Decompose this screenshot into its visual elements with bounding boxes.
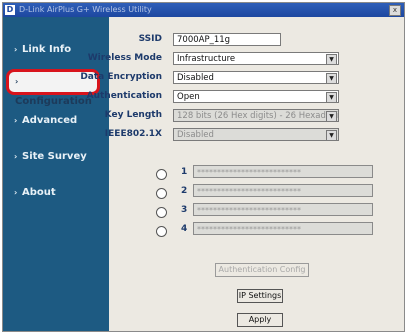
sidebar-item-site-survey[interactable]: › Site Survey — [8, 146, 100, 168]
dropdown-arrow-icon: ▼ — [326, 73, 337, 83]
key-3-radio[interactable] — [156, 207, 167, 218]
dropdown-arrow-icon: ▼ — [326, 130, 337, 140]
key-1-field[interactable]: ************************** — [193, 165, 373, 178]
chevron-right-icon: › — [14, 152, 18, 161]
data-encryption-value: Disabled — [177, 73, 214, 83]
key-2-field[interactable]: ************************** — [193, 184, 373, 197]
key-2-number: 2 — [181, 186, 188, 196]
title-bar: D D-Link AirPlus G+ Wireless Utility x — [3, 3, 404, 17]
data-encryption-select[interactable]: Disabled ▼ — [173, 71, 339, 84]
ieee8021x-select[interactable]: Disabled ▼ — [173, 128, 339, 141]
key-length-select[interactable]: 128 bits (26 Hex digits) - 26 Hexadecima… — [173, 109, 339, 122]
key-1-number: 1 — [181, 167, 188, 177]
key-3-number: 3 — [181, 205, 188, 215]
wireless-mode-value: Infrastructure — [177, 54, 236, 64]
authentication-label: Authentication — [86, 91, 162, 101]
ieee8021x-value: Disabled — [177, 130, 214, 140]
chevron-right-icon: › — [14, 45, 18, 54]
ip-settings-button[interactable]: IP Settings — [237, 289, 283, 303]
authentication-value: Open — [177, 92, 200, 102]
ssid-field[interactable]: 7000AP_11g — [173, 33, 281, 46]
authentication-select[interactable]: Open ▼ — [173, 90, 339, 103]
chevron-right-icon: › — [14, 116, 18, 125]
data-encryption-label: Data Encryption — [80, 72, 162, 82]
sidebar-item-label: Site Survey — [22, 151, 87, 162]
key-4-field[interactable]: ************************** — [193, 222, 373, 235]
utility-window: D D-Link AirPlus G+ Wireless Utility x ›… — [2, 2, 405, 332]
apply-button[interactable]: Apply — [237, 313, 283, 327]
sidebar: › Link Info › Configuration › Advanced › Sit… — [3, 17, 109, 331]
window-title: D-Link AirPlus G+ Wireless Utility — [19, 5, 152, 14]
sidebar-item-label: Configuration — [15, 96, 92, 107]
dropdown-arrow-icon: ▼ — [326, 92, 337, 102]
dropdown-arrow-icon: ▼ — [326, 111, 337, 121]
wireless-mode-select[interactable]: Infrastructure ▼ — [173, 52, 339, 65]
dlink-logo: D — [5, 5, 15, 15]
chevron-right-icon: › — [15, 77, 19, 86]
key-length-label: Key Length — [104, 110, 162, 120]
sidebar-item-link-info[interactable]: › Link Info — [8, 39, 100, 61]
sidebar-item-label: Advanced — [22, 115, 78, 126]
key-2-radio[interactable] — [156, 188, 167, 199]
ssid-label: SSID — [138, 34, 162, 44]
key-1-radio[interactable] — [156, 169, 167, 180]
ssid-value: 7000AP_11g — [177, 35, 231, 45]
chevron-right-icon: › — [14, 188, 18, 197]
key-4-radio[interactable] — [156, 226, 167, 237]
key-length-value: 128 bits (26 Hex digits) - 26 Hexadecima… — [177, 111, 339, 121]
key-3-field[interactable]: ************************** — [193, 203, 373, 216]
dropdown-arrow-icon: ▼ — [326, 54, 337, 64]
close-button[interactable]: x — [389, 5, 401, 16]
sidebar-item-about[interactable]: › About — [8, 182, 100, 204]
sidebar-item-label: Link Info — [22, 44, 72, 55]
configuration-panel: SSID 7000AP_11g Wireless Mode Infrastruc… — [80, 17, 404, 331]
authentication-config-button[interactable]: Authentication Config — [215, 263, 309, 277]
key-4-number: 4 — [181, 224, 188, 234]
sidebar-item-advanced[interactable]: › Advanced — [8, 110, 100, 132]
wireless-mode-label: Wireless Mode — [87, 53, 162, 63]
ieee8021x-label: IEEE802.1X — [104, 129, 162, 139]
sidebar-item-label: About — [22, 187, 56, 198]
